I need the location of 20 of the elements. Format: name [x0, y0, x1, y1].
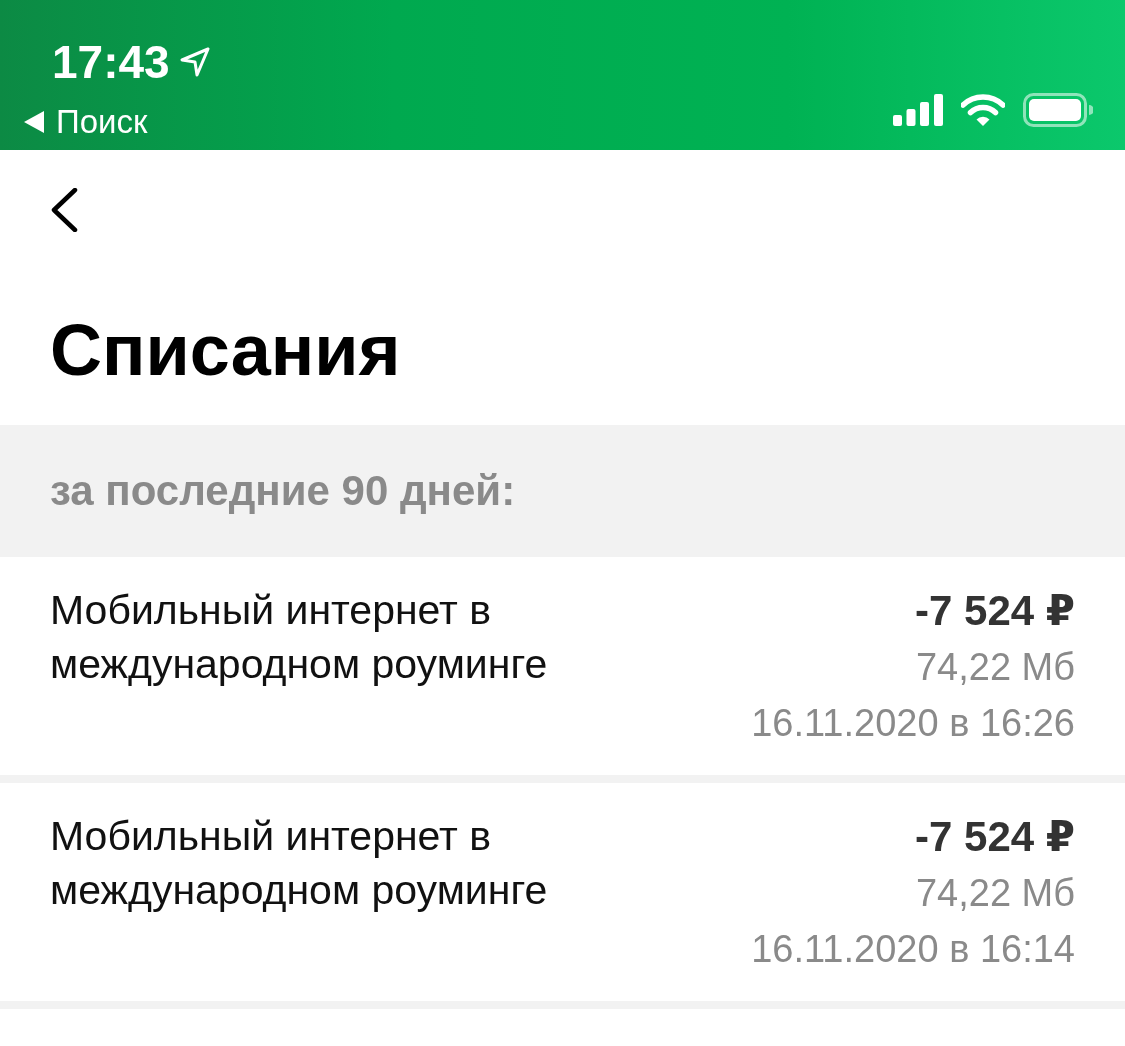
charge-amount: -7 524 ₽: [915, 586, 1075, 636]
charge-date: 16.11.2020 в 16:14: [751, 927, 1075, 972]
charge-card[interactable]: Мобильный интернет в международном роуминге -7 524 ₽ 74,22 Мб 16.11.2020 в 16:26: [0, 557, 1125, 775]
charge-amount: -7 524 ₽: [915, 812, 1075, 862]
back-triangle-icon: [24, 111, 44, 133]
wifi-icon: [961, 94, 1005, 126]
charge-title: Мобильный интернет в международном роуминге: [50, 812, 549, 915]
charge-volume: 74,22 Мб: [915, 645, 1075, 690]
page-title: Списания: [50, 309, 401, 392]
signal-bars-icon: [893, 94, 943, 126]
charge-card[interactable]: Мобильный интернет в международном роуминге -7 524 ₽ 74,22 Мб 16.11.2020 в 16:14: [0, 783, 1125, 1001]
charge-date: 16.11.2020 в 16:26: [751, 701, 1075, 746]
charge-title: Мобильный интернет в международном роуминге: [50, 586, 549, 689]
charge-volume: 74,22 Мб: [915, 871, 1075, 916]
back-to-app-button[interactable]: Поиск: [24, 103, 148, 141]
status-time: 17:43: [52, 37, 170, 87]
chevron-left-icon: [50, 188, 78, 232]
period-caption: за последние 90 дней:: [50, 467, 516, 515]
battery-icon: [1023, 93, 1093, 127]
location-arrow-icon: [179, 47, 210, 77]
